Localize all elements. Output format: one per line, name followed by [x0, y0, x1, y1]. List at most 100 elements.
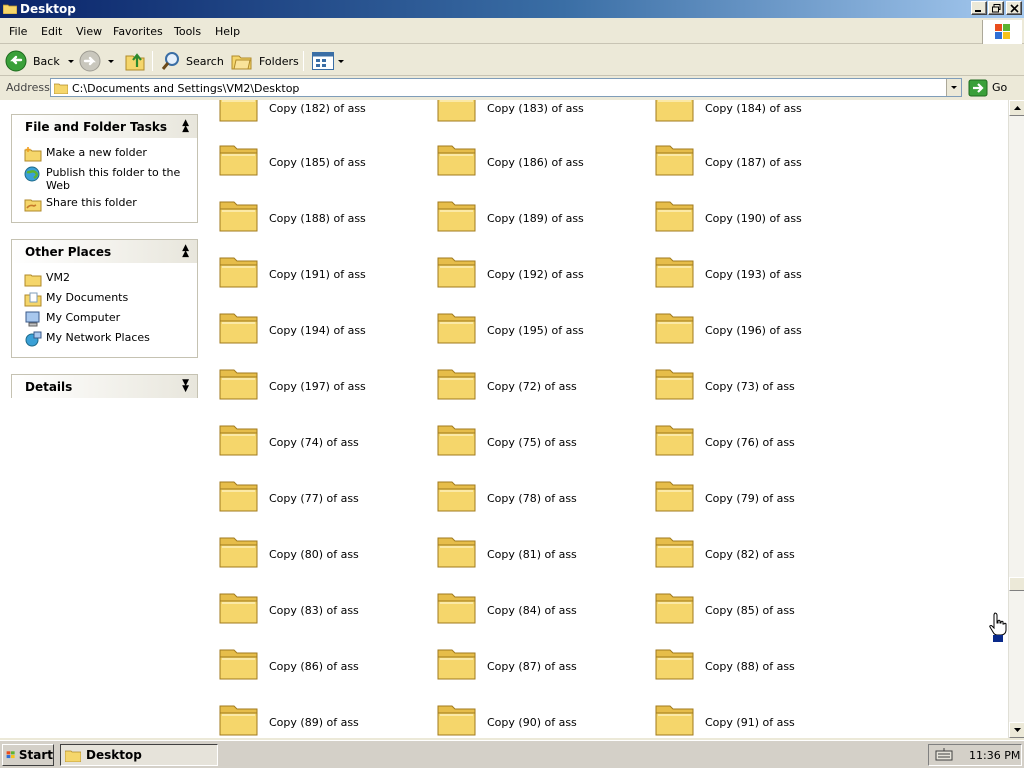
views-button[interactable]: [311, 49, 344, 73]
forward-arrow-icon: [79, 50, 101, 72]
folder-label: Copy (83) of ass: [269, 604, 359, 617]
folder-item[interactable]: Copy (72) of ass: [436, 362, 654, 410]
up-folder-button[interactable]: [124, 49, 146, 73]
folder-item[interactable]: Copy (182) of ass: [218, 100, 436, 132]
folder-view[interactable]: Copy (182) of ass Copy (183) of ass Copy (…: [208, 100, 1008, 738]
folder-icon: [437, 537, 476, 568]
menu-edit[interactable]: Edit: [41, 25, 62, 38]
folder-item[interactable]: Copy (77) of ass: [218, 474, 436, 522]
back-button[interactable]: Back: [4, 49, 74, 73]
my-computer-link[interactable]: My Computer: [24, 311, 197, 327]
folder-item[interactable]: Copy (188) of ass: [218, 194, 436, 242]
folder-item[interactable]: Copy (84) of ass: [436, 586, 654, 634]
address-dropdown-button[interactable]: [946, 79, 961, 96]
title-bar[interactable]: Desktop: [0, 0, 1024, 18]
folder-item[interactable]: Copy (75) of ass: [436, 418, 654, 466]
folder-item[interactable]: Copy (76) of ass: [654, 418, 872, 466]
folder-item[interactable]: Copy (193) of ass: [654, 250, 872, 298]
forward-button[interactable]: [78, 49, 114, 73]
clock[interactable]: 11:36 PM: [969, 749, 1020, 762]
folder-item[interactable]: Copy (191) of ass: [218, 250, 436, 298]
folder-item[interactable]: Copy (87) of ass: [436, 642, 654, 690]
folder-item[interactable]: Copy (90) of ass: [436, 698, 654, 738]
link-label: Publish this folder to the Web: [46, 166, 181, 192]
close-button[interactable]: [1006, 1, 1022, 15]
folder-item[interactable]: Copy (195) of ass: [436, 306, 654, 354]
start-button[interactable]: Start: [2, 744, 54, 766]
windows-logo-icon: [6, 751, 15, 759]
folder-item[interactable]: Copy (186) of ass: [436, 138, 654, 186]
chevron-down-icon: [951, 86, 957, 89]
folder-item[interactable]: Copy (184) of ass: [654, 100, 872, 132]
folder-item[interactable]: Copy (83) of ass: [218, 586, 436, 634]
go-button[interactable]: Go: [968, 78, 1007, 97]
folder-item[interactable]: Copy (192) of ass: [436, 250, 654, 298]
address-input[interactable]: C:\Documents and Settings\VM2\Desktop: [50, 78, 962, 97]
folder-icon: [219, 257, 258, 288]
folder-item[interactable]: Copy (73) of ass: [654, 362, 872, 410]
folder-item[interactable]: Copy (80) of ass: [218, 530, 436, 578]
folder-item[interactable]: Copy (78) of ass: [436, 474, 654, 522]
menu-tools[interactable]: Tools: [174, 25, 201, 38]
vertical-scrollbar[interactable]: [1008, 100, 1024, 738]
folder-item[interactable]: Copy (82) of ass: [654, 530, 872, 578]
menu-favorites[interactable]: Favorites: [113, 25, 163, 38]
menu-help[interactable]: Help: [215, 25, 240, 38]
folder-item[interactable]: Copy (194) of ass: [218, 306, 436, 354]
my-network-places-link[interactable]: My Network Places: [24, 331, 197, 347]
folder-item[interactable]: Copy (190) of ass: [654, 194, 872, 242]
keyboard-icon[interactable]: [935, 748, 953, 762]
panel-header[interactable]: Details ▼ ▼: [11, 374, 198, 398]
make-new-folder-link[interactable]: Make a new folder: [24, 146, 197, 162]
folder-item[interactable]: Copy (86) of ass: [218, 642, 436, 690]
forward-dropdown-icon[interactable]: [108, 59, 114, 63]
restore-button[interactable]: [988, 1, 1004, 15]
folder-item[interactable]: Copy (183) of ass: [436, 100, 654, 132]
folder-item[interactable]: Copy (197) of ass: [218, 362, 436, 410]
vm2-link[interactable]: VM2: [24, 271, 197, 287]
my-documents-link[interactable]: My Documents: [24, 291, 197, 307]
folders-button[interactable]: Folders: [231, 49, 299, 73]
toolbar-separator: [152, 51, 153, 71]
collapse-chevron-icon[interactable]: ▲ ▲: [182, 244, 189, 259]
folder-label: Copy (81) of ass: [487, 548, 577, 561]
publish-folder-web-link[interactable]: Publish this folder to the Web: [24, 166, 197, 192]
scroll-down-button[interactable]: [1009, 722, 1024, 738]
menu-view[interactable]: View: [76, 25, 102, 38]
folder-icon: [219, 593, 258, 624]
panel-header[interactable]: File and Folder Tasks ▲ ▲: [11, 114, 198, 138]
menu-file[interactable]: File: [9, 25, 27, 38]
panel-header[interactable]: Other Places ▲ ▲: [11, 239, 198, 263]
expand-chevron-icon[interactable]: ▼ ▼: [182, 379, 189, 394]
my-computer-icon: [25, 311, 40, 327]
taskbar-window-button[interactable]: Desktop: [60, 744, 218, 766]
folder-icon: [219, 145, 258, 176]
folder-item[interactable]: Copy (88) of ass: [654, 642, 872, 690]
folder-item[interactable]: Copy (187) of ass: [654, 138, 872, 186]
folder-item[interactable]: Copy (185) of ass: [218, 138, 436, 186]
folder-label: Copy (182) of ass: [269, 102, 366, 115]
folder-item[interactable]: Copy (189) of ass: [436, 194, 654, 242]
folder-item[interactable]: Copy (196) of ass: [654, 306, 872, 354]
folder-icon: [219, 537, 258, 568]
windows-logo-icon: [982, 20, 1022, 44]
minimize-button[interactable]: [971, 1, 987, 15]
folder-label: Copy (186) of ass: [487, 156, 584, 169]
back-dropdown-icon[interactable]: [67, 59, 74, 63]
folder-item[interactable]: Copy (81) of ass: [436, 530, 654, 578]
link-label: Make a new folder: [46, 146, 147, 159]
scroll-up-button[interactable]: [1009, 100, 1024, 116]
folder-label: Copy (191) of ass: [269, 268, 366, 281]
folder-item[interactable]: Copy (91) of ass: [654, 698, 872, 738]
folder-item[interactable]: Copy (85) of ass: [654, 586, 872, 634]
scroll-thumb[interactable]: [1009, 577, 1024, 591]
folder-icon: [655, 100, 694, 122]
folder-label: Copy (82) of ass: [705, 548, 795, 561]
folder-item[interactable]: Copy (74) of ass: [218, 418, 436, 466]
share-folder-link[interactable]: Share this folder: [24, 196, 197, 212]
folder-item[interactable]: Copy (79) of ass: [654, 474, 872, 522]
folder-item[interactable]: Copy (89) of ass: [218, 698, 436, 738]
views-dropdown-icon[interactable]: [338, 59, 344, 63]
collapse-chevron-icon[interactable]: ▲ ▲: [182, 119, 189, 134]
search-button[interactable]: Search: [160, 49, 224, 73]
